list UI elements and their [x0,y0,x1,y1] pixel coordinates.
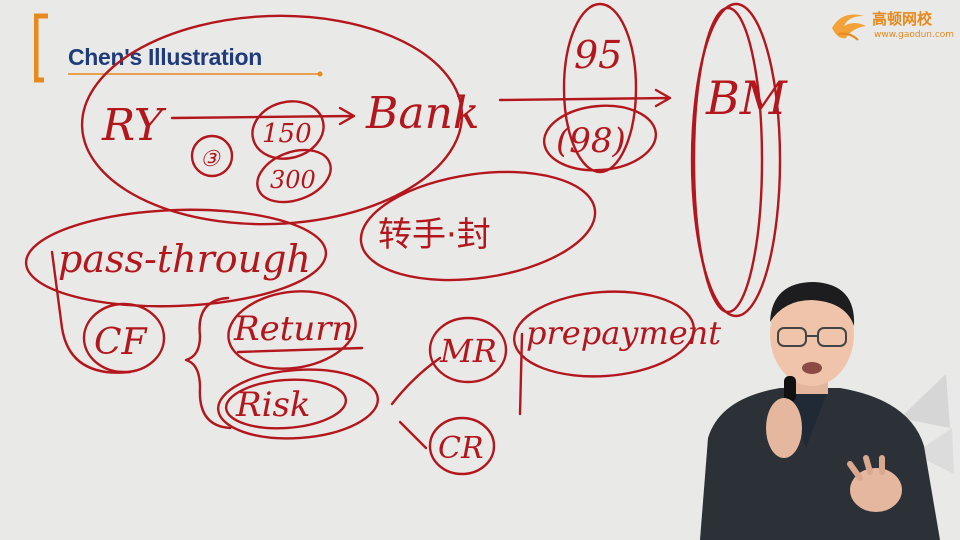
lecture-slide: Chen's Illustration 高顿网校 www.gaodun.com [0,0,960,540]
microphone-icon [784,376,796,402]
label-95: 95 [574,33,622,77]
label-mr: MR [439,332,497,370]
label-98: (98) [556,121,626,161]
label-pass-through: pass-through [58,237,311,281]
label-chinese-note: 转手·封 [378,215,491,255]
ellipse-bm-outer [690,2,782,318]
branch-mr [390,356,442,406]
label-300: 300 [270,166,316,194]
label-prepayment: prepayment [526,314,721,352]
label-bank: Bank [365,88,480,139]
label-cf: CF [94,322,149,363]
label-150: 150 [262,119,312,149]
branch-cr [398,420,428,450]
curly-brace [184,296,232,430]
line-prepayment [518,332,524,416]
label-cr: CR [438,431,484,466]
label-ry: RY [101,100,167,151]
label-return: Return [233,309,353,349]
label-bm: BM [705,71,789,125]
label-3: ③ [200,147,221,172]
label-risk: Risk [235,385,311,425]
arrow-bank-bm [498,88,672,108]
presenter-video-inset [700,282,954,540]
